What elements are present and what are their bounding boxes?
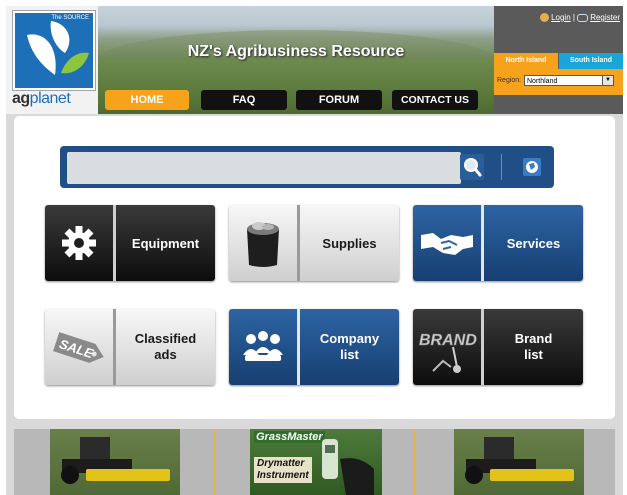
tile-services-label: Services xyxy=(506,235,561,251)
tile-supplies-icon-area xyxy=(229,205,297,281)
sale-tag-icon: SALE xyxy=(53,332,104,363)
tile-brand-list-label: Brand list xyxy=(514,331,553,362)
gear-icon xyxy=(62,226,96,260)
mulcher-image xyxy=(465,437,574,484)
handshake-icon xyxy=(421,233,473,255)
sack-icon xyxy=(247,222,279,267)
tile-services-icon-area xyxy=(413,205,481,281)
tile-supplies-label: Supplies xyxy=(322,235,377,251)
logo-emblem: The SOURCE xyxy=(13,11,95,90)
user-icon xyxy=(540,13,550,23)
ad-divider xyxy=(414,429,416,495)
nav-forum[interactable]: FORUM xyxy=(296,90,382,110)
search-divider xyxy=(501,154,502,180)
tile-classified-ads-label: Classified ads xyxy=(134,331,197,362)
banner-title: NZ's Agribusiness Resource xyxy=(187,43,405,60)
region-label: Region: xyxy=(497,77,522,84)
meter-device-image xyxy=(322,439,374,495)
region-panel: Login | Register North Island South Isla… xyxy=(494,6,623,114)
login-link[interactable]: Login xyxy=(551,13,571,22)
logo-tagline: The SOURCE xyxy=(51,15,89,21)
meeting-icon xyxy=(243,331,283,361)
nav-contact-us[interactable]: CONTACT US xyxy=(392,90,478,110)
header: The SOURCE agplanet NZ's Agribusiness Re… xyxy=(6,6,623,114)
brand-icon: BRAND xyxy=(419,332,478,373)
magnifier-icon[interactable] xyxy=(460,154,484,180)
agplanet-logo[interactable]: The SOURCE agplanet xyxy=(6,6,98,114)
globe-icon[interactable] xyxy=(520,154,544,180)
svg-text:BRAND: BRAND xyxy=(419,332,477,349)
auth-separator: | xyxy=(572,13,575,22)
main-panel: Equipment Supplies Services SALE Classif… xyxy=(14,116,615,419)
tile-brand-list[interactable]: BRAND Brand list xyxy=(413,309,583,385)
ad-divider xyxy=(214,429,216,495)
tab-north-island[interactable]: North Island xyxy=(494,53,558,69)
tile-company-list[interactable]: Company list xyxy=(229,309,399,385)
mulcher-image xyxy=(61,437,170,484)
logo-planet: planet xyxy=(29,90,71,107)
ad-mulcher-left[interactable] xyxy=(50,429,180,495)
leaf-icon xyxy=(27,21,89,75)
search-bar xyxy=(60,146,554,188)
tile-supplies[interactable]: Supplies xyxy=(229,205,399,281)
logo-wordmark: agplanet xyxy=(12,90,71,108)
tile-equipment-label: Equipment xyxy=(131,235,200,251)
ad-grassmaster[interactable]: GrassMaster Drymatter Instrument xyxy=(250,429,382,495)
tile-classified-ads[interactable]: SALE Classified ads xyxy=(45,309,215,385)
tile-equipment[interactable]: Equipment xyxy=(45,205,215,281)
ads-strip: GrassMaster Drymatter Instrument xyxy=(14,429,615,495)
tile-equipment-icon-area xyxy=(45,205,113,281)
key-icon xyxy=(577,13,589,22)
island-tabs: North Island South Island xyxy=(494,53,623,69)
search-input[interactable] xyxy=(67,152,461,184)
auth-links: Login | Register xyxy=(540,13,620,23)
tile-company-list-label: Company list xyxy=(319,331,380,362)
nav-faq[interactable]: FAQ xyxy=(201,90,287,110)
tile-company-icon-area xyxy=(229,309,297,385)
register-link[interactable]: Register xyxy=(590,13,620,22)
region-select[interactable]: Northland ▼ xyxy=(524,75,614,86)
page: The SOURCE agplanet NZ's Agribusiness Re… xyxy=(6,6,623,495)
tab-south-island[interactable]: South Island xyxy=(559,53,623,69)
chevron-down-icon[interactable]: ▼ xyxy=(602,76,613,85)
ad-mulcher-right[interactable] xyxy=(454,429,584,495)
region-value: Northland xyxy=(527,78,558,85)
nav-home[interactable]: HOME xyxy=(105,90,189,110)
tile-services[interactable]: Services xyxy=(413,205,583,281)
tile-brand-icon-area: BRAND xyxy=(413,309,481,385)
tile-classified-icon-area: SALE xyxy=(45,309,113,385)
region-row: Region: Northland ▼ xyxy=(494,69,623,95)
logo-ag: ag xyxy=(12,90,30,107)
